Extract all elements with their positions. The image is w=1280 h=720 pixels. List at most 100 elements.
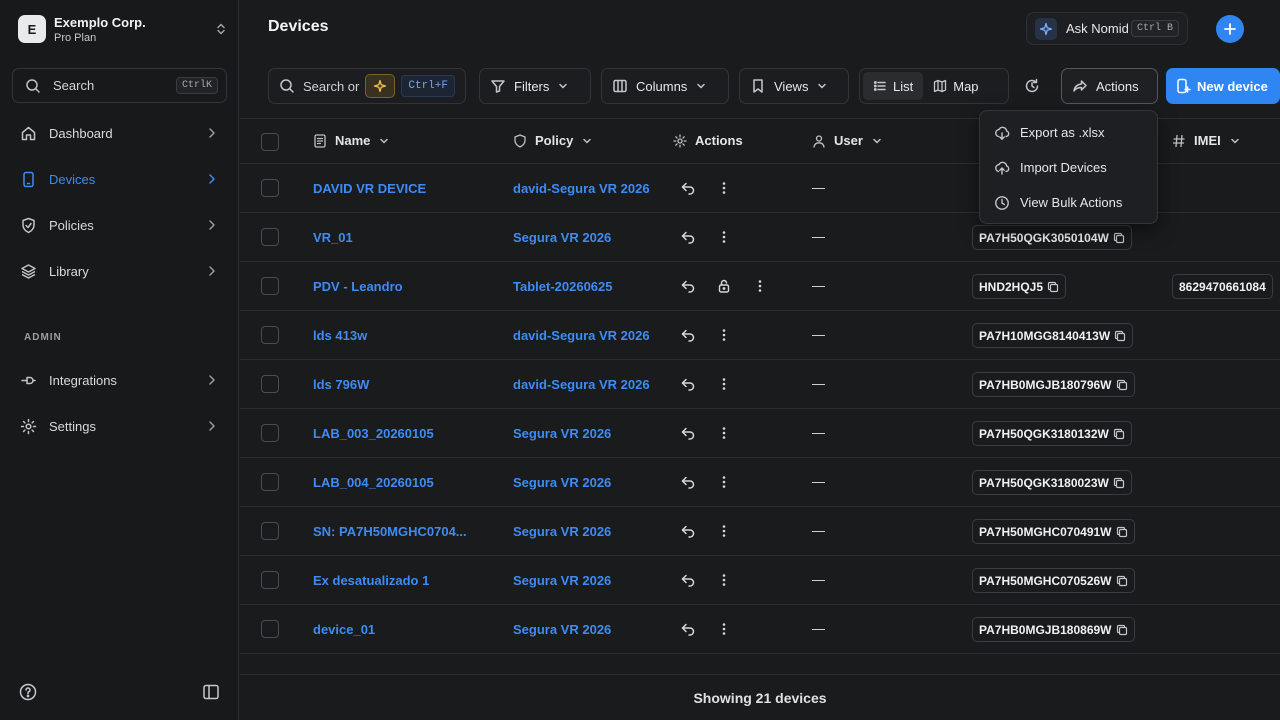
table-row[interactable]: LAB_004_20260105 Segura VR 2026 — PA7H50QGK… bbox=[240, 458, 1280, 507]
device-name-link[interactable]: PDV - Leandro bbox=[313, 279, 403, 294]
device-policy-link[interactable]: Segura VR 2026 bbox=[513, 426, 611, 441]
device-policy-link[interactable]: david-Segura VR 2026 bbox=[513, 377, 650, 392]
row-checkbox[interactable] bbox=[261, 522, 279, 540]
sidebar-item-policies[interactable]: Policies bbox=[12, 208, 227, 242]
more-options-icon[interactable] bbox=[716, 621, 732, 637]
device-policy-link[interactable]: Segura VR 2026 bbox=[513, 573, 611, 588]
copy-icon[interactable] bbox=[1113, 477, 1125, 489]
imei-chip[interactable]: 8629470661084 bbox=[1172, 274, 1273, 299]
reply-icon[interactable] bbox=[680, 229, 696, 245]
table-row[interactable]: lds 413w david-Segura VR 2026 — PA7H10MGG81… bbox=[240, 311, 1280, 360]
copy-icon[interactable] bbox=[1113, 232, 1125, 244]
row-checkbox[interactable] bbox=[261, 424, 279, 442]
more-options-icon[interactable] bbox=[752, 278, 768, 294]
device-name-link[interactable]: Ex desatualizado 1 bbox=[313, 573, 429, 588]
serial-number-chip[interactable]: PA7H50QGK3180132W bbox=[972, 421, 1132, 446]
sidebar-search[interactable]: Search CtrlK bbox=[12, 68, 227, 103]
copy-icon[interactable] bbox=[1116, 624, 1128, 636]
device-policy-link[interactable]: david-Segura VR 2026 bbox=[513, 328, 650, 343]
reply-icon[interactable] bbox=[680, 474, 696, 490]
device-policy-link[interactable]: Segura VR 2026 bbox=[513, 524, 611, 539]
reply-icon[interactable] bbox=[680, 523, 696, 539]
new-device-button[interactable]: New device bbox=[1166, 68, 1280, 104]
copy-icon[interactable] bbox=[1047, 281, 1059, 293]
row-checkbox[interactable] bbox=[261, 179, 279, 197]
serial-number-chip[interactable]: PA7H50MGHC070526W bbox=[972, 568, 1135, 593]
more-options-icon[interactable] bbox=[716, 327, 732, 343]
device-policy-link[interactable]: Segura VR 2026 bbox=[513, 622, 611, 637]
sidebar-item-integrations[interactable]: Integrations bbox=[12, 363, 227, 397]
sidebar-item-settings[interactable]: Settings bbox=[12, 409, 227, 443]
table-row[interactable]: lds 796W david-Segura VR 2026 — PA7HB0MGJB1… bbox=[240, 360, 1280, 409]
columns-button[interactable]: Columns bbox=[601, 68, 729, 104]
serial-number-chip[interactable]: PA7HB0MGJB180796W bbox=[972, 372, 1135, 397]
serial-number-chip[interactable]: PA7H50QGK3180023W bbox=[972, 470, 1132, 495]
help-icon[interactable] bbox=[19, 683, 37, 701]
device-name-link[interactable]: device_01 bbox=[313, 622, 375, 637]
sidebar-item-library[interactable]: Library bbox=[12, 254, 227, 288]
more-options-icon[interactable] bbox=[716, 523, 732, 539]
more-options-icon[interactable] bbox=[716, 572, 732, 588]
row-checkbox[interactable] bbox=[261, 228, 279, 246]
filters-button[interactable]: Filters bbox=[479, 68, 591, 104]
refresh-icon[interactable] bbox=[1023, 77, 1041, 95]
views-button[interactable]: Views bbox=[739, 68, 849, 104]
reply-icon[interactable] bbox=[680, 425, 696, 441]
map-view-option[interactable]: Map bbox=[923, 72, 988, 100]
device-name-link[interactable]: LAB_004_20260105 bbox=[313, 475, 434, 490]
device-name-link[interactable]: lds 796W bbox=[313, 377, 369, 392]
copy-icon[interactable] bbox=[1116, 526, 1128, 538]
serial-number-chip[interactable]: PA7H50QGK3050104W bbox=[972, 225, 1132, 250]
select-all-checkbox[interactable] bbox=[261, 133, 279, 151]
more-options-icon[interactable] bbox=[716, 229, 732, 245]
table-row[interactable]: Ex desatualizado 1 Segura VR 2026 — PA7H50M… bbox=[240, 556, 1280, 605]
reply-icon[interactable] bbox=[680, 621, 696, 637]
device-policy-link[interactable]: Tablet-20260625 bbox=[513, 279, 613, 294]
sidebar-item-devices[interactable]: Devices bbox=[12, 162, 227, 196]
reply-icon[interactable] bbox=[680, 180, 696, 196]
table-row[interactable]: device_01 Segura VR 2026 — PA7HB0MGJB180869… bbox=[240, 605, 1280, 654]
column-header-policy[interactable]: Policy bbox=[513, 133, 593, 148]
reply-icon[interactable] bbox=[680, 572, 696, 588]
more-options-icon[interactable] bbox=[716, 180, 732, 196]
lock-icon[interactable] bbox=[716, 278, 732, 294]
row-checkbox[interactable] bbox=[261, 620, 279, 638]
device-policy-link[interactable]: Segura VR 2026 bbox=[513, 230, 611, 245]
reply-icon[interactable] bbox=[680, 278, 696, 294]
column-header-imei[interactable]: IMEI bbox=[1172, 133, 1241, 148]
actions-button[interactable]: Actions bbox=[1061, 68, 1158, 104]
device-name-link[interactable]: DAVID VR DEVICE bbox=[313, 181, 426, 196]
device-name-link[interactable]: lds 413w bbox=[313, 328, 367, 343]
table-row[interactable]: LAB_003_20260105 Segura VR 2026 — PA7H50QGK… bbox=[240, 409, 1280, 458]
copy-icon[interactable] bbox=[1114, 330, 1126, 342]
device-name-link[interactable]: SN: PA7H50MGHC0704... bbox=[313, 524, 467, 539]
table-row[interactable]: SN: PA7H50MGHC0704... Segura VR 2026 — PA7H… bbox=[240, 507, 1280, 556]
serial-number-chip[interactable]: PA7H10MGG8140413W bbox=[972, 323, 1134, 348]
list-view-option[interactable]: List bbox=[863, 72, 924, 100]
copy-icon[interactable] bbox=[1113, 428, 1125, 440]
device-name-link[interactable]: VR_01 bbox=[313, 230, 353, 245]
add-button[interactable] bbox=[1216, 15, 1244, 43]
row-checkbox[interactable] bbox=[261, 571, 279, 589]
row-checkbox[interactable] bbox=[261, 326, 279, 344]
device-name-link[interactable]: LAB_003_20260105 bbox=[313, 426, 434, 441]
reply-icon[interactable] bbox=[680, 327, 696, 343]
reply-icon[interactable] bbox=[680, 376, 696, 392]
column-header-user[interactable]: User bbox=[812, 133, 883, 148]
copy-icon[interactable] bbox=[1116, 379, 1128, 391]
row-checkbox[interactable] bbox=[261, 375, 279, 393]
serial-number-chip[interactable]: PA7H50MGHC070491W bbox=[972, 519, 1135, 544]
device-search-input[interactable]: Search or Ctrl+F bbox=[268, 68, 466, 104]
sidebar-toggle-icon[interactable] bbox=[202, 683, 220, 701]
sidebar-item-dashboard[interactable]: Dashboard bbox=[12, 116, 227, 150]
serial-number-chip[interactable]: HND2HQJ5 bbox=[972, 274, 1067, 299]
menu-item-import-devices[interactable]: Import Devices bbox=[980, 150, 1157, 185]
org-switcher[interactable]: E Exemplo Corp. Pro Plan bbox=[18, 12, 228, 46]
row-checkbox[interactable] bbox=[261, 277, 279, 295]
serial-number-chip[interactable]: PA7HB0MGJB180869W bbox=[972, 617, 1135, 642]
ai-search-icon[interactable] bbox=[365, 74, 396, 98]
more-options-icon[interactable] bbox=[716, 474, 732, 490]
column-header-name[interactable]: Name bbox=[313, 133, 390, 148]
table-row[interactable]: PDV - Leandro Tablet-20260625 — HND2HQJ5 862… bbox=[240, 262, 1280, 311]
more-options-icon[interactable] bbox=[716, 425, 732, 441]
